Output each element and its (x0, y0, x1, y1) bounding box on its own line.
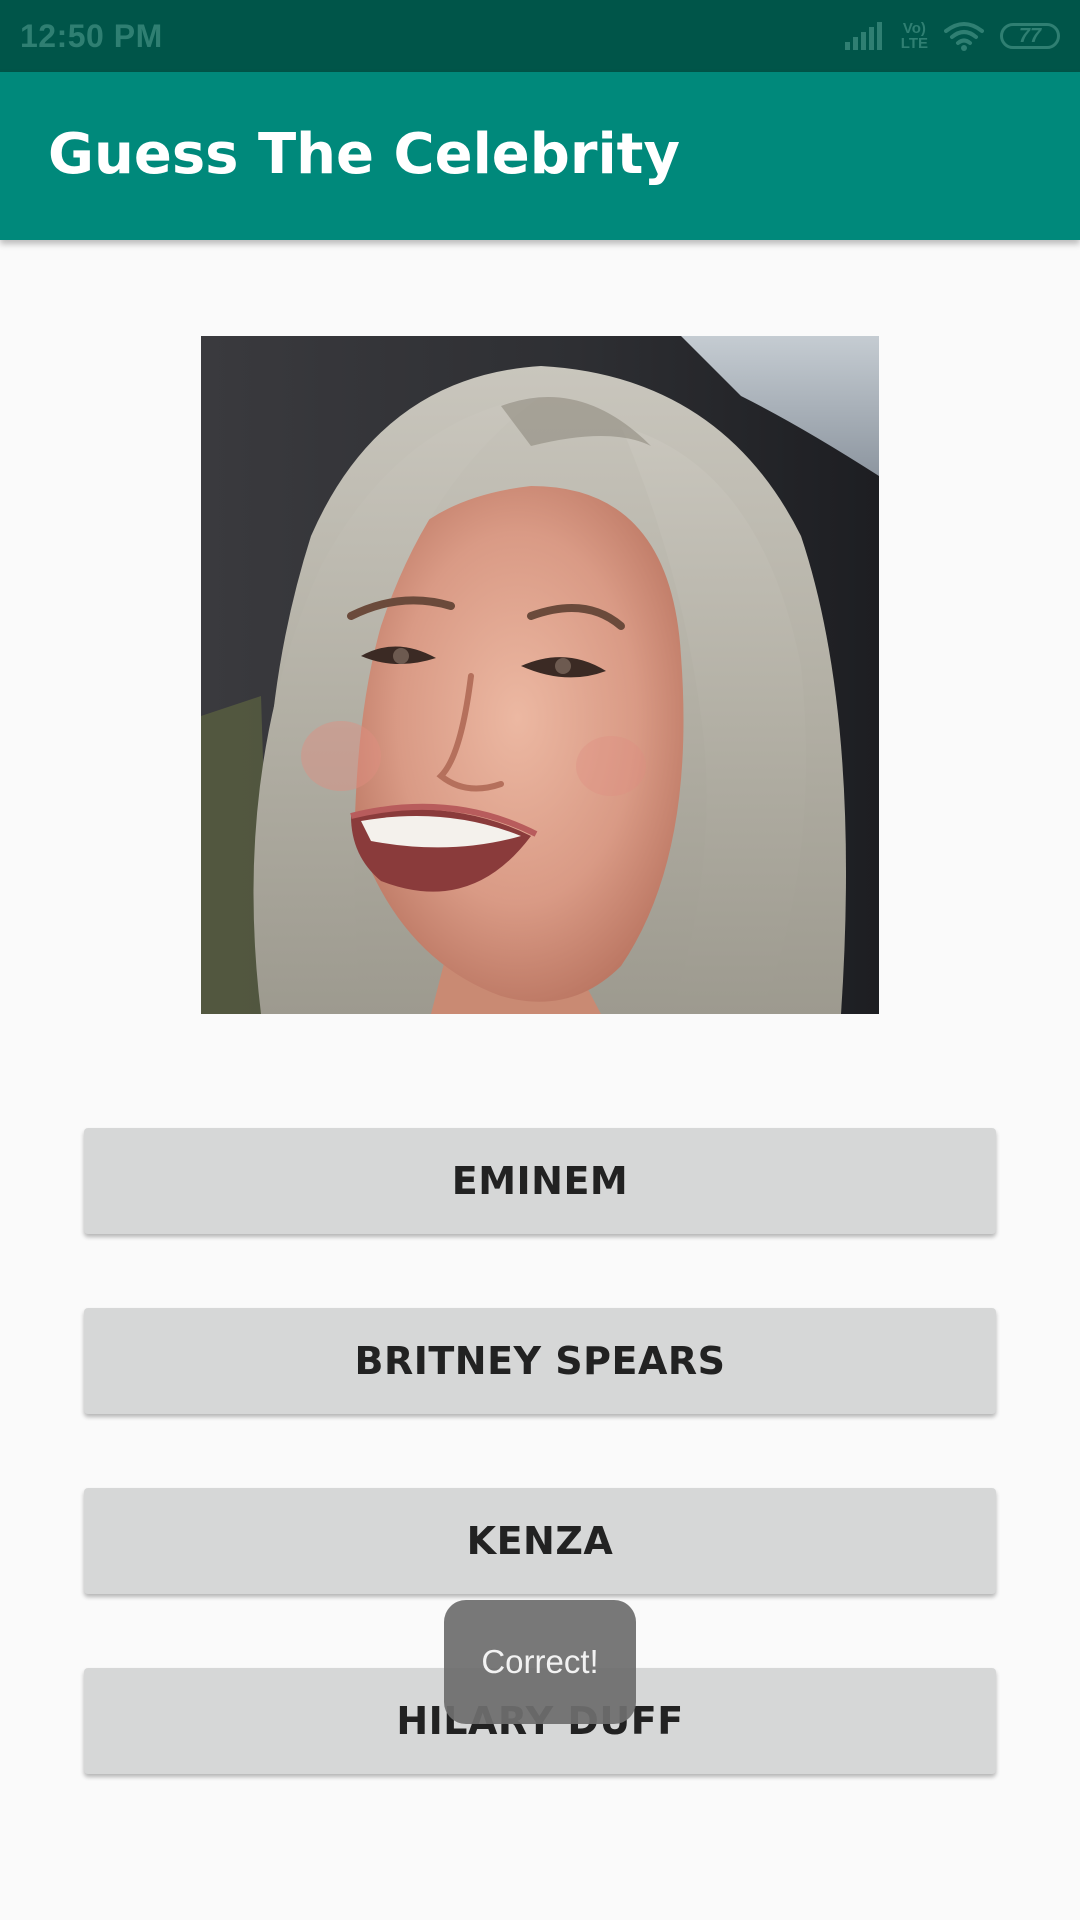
volte-bottom-label: LTE (900, 35, 928, 52)
answer-button-2[interactable]: BRITNEY SPEARS (84, 1308, 996, 1414)
app-bar: Guess The Celebrity (0, 72, 1080, 240)
toast-message: Correct! (444, 1600, 636, 1724)
signal-icon (844, 22, 882, 50)
volte-top-label: Vo) (902, 20, 926, 37)
celebrity-photo-illustration (201, 336, 879, 1014)
celebrity-photo (201, 336, 879, 1014)
answer-button-3[interactable]: KENZA (84, 1488, 996, 1594)
status-time: 12:50 PM (20, 18, 163, 54)
toast-text: Correct! (481, 1643, 599, 1680)
answer-button-1[interactable]: EMINEM (84, 1128, 996, 1234)
app-title: Guess The Celebrity (48, 122, 680, 187)
status-icons: Vo) LTE 77 (844, 18, 1060, 54)
screen: 12:50 PM Vo) LTE 77 Guess The Celebrity … (0, 0, 1080, 1920)
battery-level: 77 (1018, 24, 1042, 47)
battery-icon: 77 (1000, 23, 1060, 49)
status-bar: 12:50 PM Vo) LTE 77 (0, 0, 1080, 72)
volte-icon: Vo) LTE (901, 21, 928, 51)
wifi-icon (944, 22, 984, 51)
